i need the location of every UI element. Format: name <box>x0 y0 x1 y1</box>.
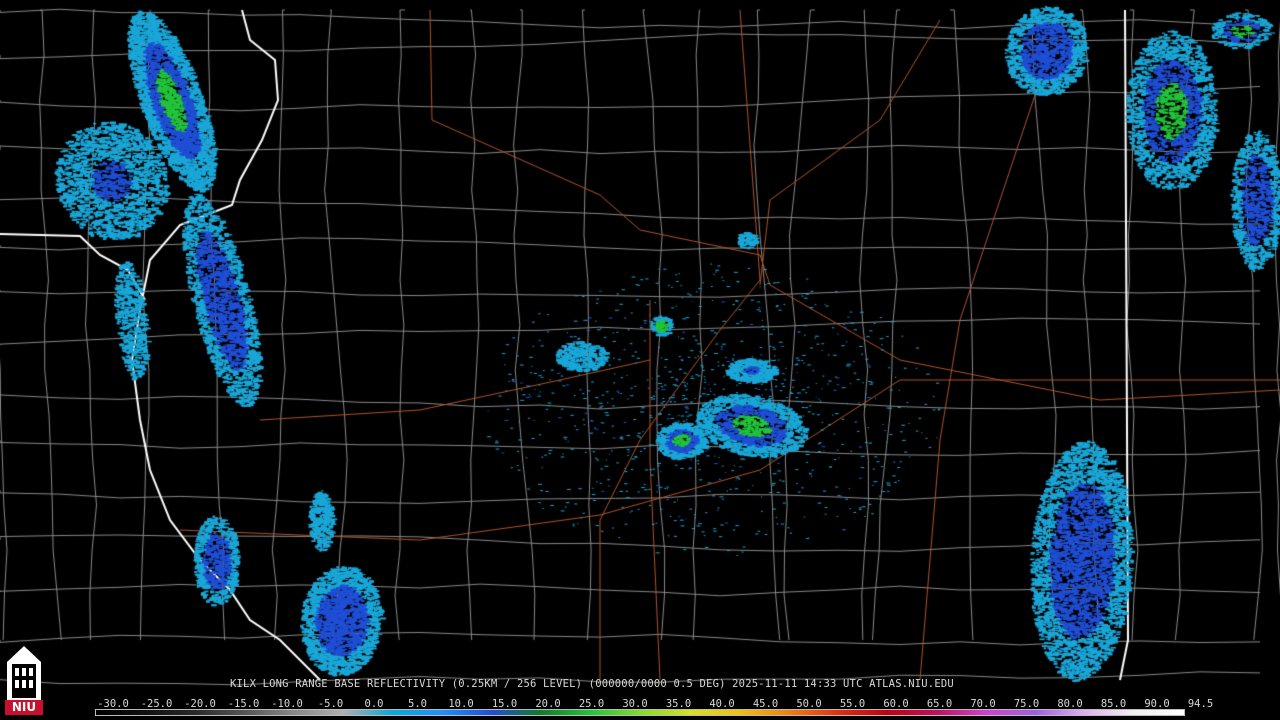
logo-text: NIU <box>11 700 37 714</box>
product-caption: KILX LONG RANGE BASE REFLECTIVITY (0.25K… <box>230 678 954 690</box>
legend-label: 94.5 <box>1187 698 1214 710</box>
radar-map <box>0 0 1280 720</box>
reflectivity-colorbar <box>95 709 1185 716</box>
niu-logo: NIU <box>3 644 45 716</box>
university-tower-icon <box>7 646 41 700</box>
